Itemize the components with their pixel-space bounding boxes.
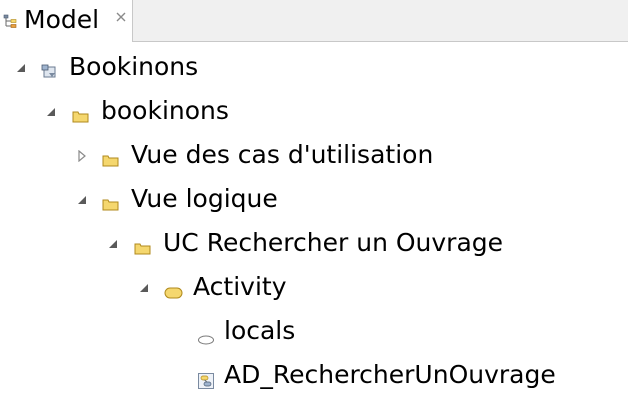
activity-icon [164, 285, 183, 303]
expanded-twisty-icon[interactable] [44, 92, 58, 132]
folder-icon [102, 152, 120, 170]
tree-item-vue-logique[interactable]: Vue logique [0, 180, 330, 220]
tree-item-bookinons-model[interactable]: Bookinons [0, 48, 260, 88]
locals-icon [197, 331, 215, 349]
folder-icon [134, 240, 152, 258]
close-icon[interactable] [115, 8, 127, 22]
tree-item-label: Activity [193, 272, 287, 301]
model-explorer-view: Model Bookinons bookinons Vue des cas d'… [0, 0, 628, 405]
tree-item-vue-des-cas-d-utilisation[interactable]: Vue des cas d'utilisation [0, 136, 470, 176]
tree-item-uc-rechercher-un-ouvrage[interactable]: UC Rechercher un Ouvrage [0, 224, 540, 264]
model-tree: Bookinons bookinons Vue des cas d'utilis… [0, 42, 628, 405]
tree-item-label: Vue des cas d'utilisation [131, 140, 434, 169]
tree-item-label: Bookinons [69, 52, 199, 81]
tree-item-label: Vue logique [131, 184, 278, 213]
tree-item-activity[interactable]: Activity [0, 268, 300, 308]
tree-item-label: UC Rechercher un Ouvrage [163, 228, 504, 257]
model-package-icon [41, 63, 59, 81]
model-explorer-icon [3, 13, 21, 29]
tab-title: Model [24, 5, 100, 34]
expanded-twisty-icon[interactable] [14, 48, 28, 88]
expanded-twisty-icon[interactable] [106, 224, 120, 264]
tree-item-ad-rechercherunouvrage[interactable]: AD_RechercherUnOuvrage [0, 356, 600, 396]
tab-model[interactable]: Model [0, 0, 133, 42]
folder-icon [102, 196, 120, 214]
tree-item-label: bookinons [101, 96, 229, 125]
folder-icon [72, 108, 90, 126]
tree-item-locals[interactable]: locals [0, 312, 300, 352]
tree-item-bookinons-package[interactable]: bookinons [0, 92, 260, 132]
tree-item-label: locals [224, 316, 296, 345]
expanded-twisty-icon[interactable] [137, 268, 151, 308]
expanded-twisty-icon[interactable] [75, 180, 89, 220]
collapsed-twisty-icon[interactable] [75, 136, 89, 176]
view-tab-bar: Model [0, 0, 628, 42]
tree-item-label: AD_RechercherUnOuvrage [224, 360, 556, 389]
activity-diagram-icon [197, 372, 215, 390]
